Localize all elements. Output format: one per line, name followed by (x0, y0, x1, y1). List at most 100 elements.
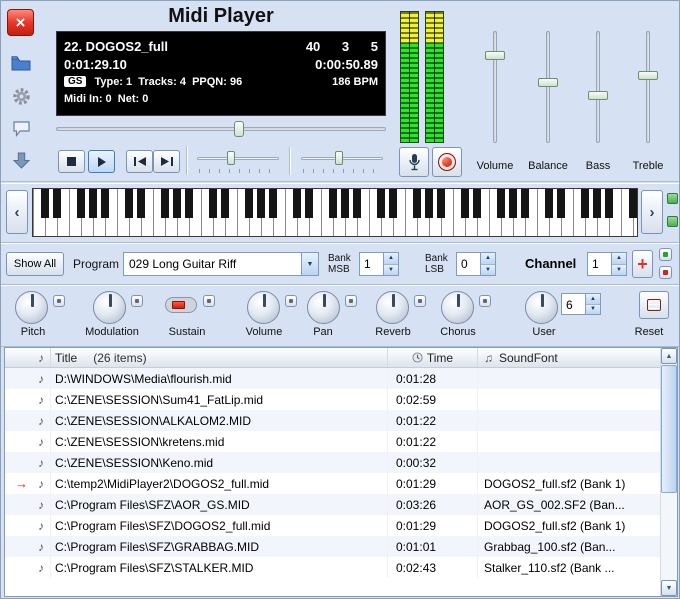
chevron-down-icon[interactable]: ▼ (301, 253, 318, 275)
mic-button[interactable] (399, 147, 429, 177)
scrollbar-thumb[interactable] (661, 365, 677, 493)
table-row[interactable]: ♪ C:\ZENE\SESSION\Keno.mid 0:00:32 (5, 452, 660, 473)
reverb-reset-button[interactable] (414, 295, 426, 307)
small-slider-left-track[interactable] (197, 157, 279, 160)
table-row[interactable]: ♪ C:\ZENE\SESSION\Sum41_FatLip.mid 0:02:… (5, 389, 660, 410)
user-value: 6 (562, 294, 585, 314)
table-row[interactable]: ♪ C:\ZENE\SESSION\ALKALOM2.MID 0:01:22 (5, 410, 660, 431)
user-up-button[interactable]: ▲ (586, 294, 600, 304)
table-row[interactable]: ♪ C:\Program Files\SFZ\AOR_GS.MID 0:03:2… (5, 494, 660, 515)
balance-slider-thumb[interactable] (538, 78, 558, 87)
green-dot-icon (663, 252, 668, 257)
comment-button[interactable] (7, 114, 35, 142)
pan-knob[interactable] (307, 291, 340, 324)
sustain-indicator[interactable] (165, 297, 197, 313)
treble-slider[interactable] (638, 31, 658, 143)
sustain-reset-button[interactable] (203, 295, 215, 307)
scrollbar-up-button[interactable]: ▲ (661, 348, 677, 364)
row-soundfont (478, 410, 660, 431)
open-file-button[interactable] (7, 49, 35, 77)
next-button[interactable] (153, 150, 180, 173)
bank-msb-label-line1: Bank (328, 253, 351, 264)
table-row-current[interactable]: → ♪ C:\temp2\MidiPlayer2\DOGOS2_full.mid… (5, 473, 660, 494)
keyboard-scroll-right-button[interactable]: › (641, 190, 663, 234)
keyboard-led-button-bottom[interactable] (667, 216, 678, 227)
balance-slider[interactable] (538, 31, 558, 143)
small-red-button[interactable] (659, 266, 672, 279)
reset-label: Reset (619, 326, 679, 338)
table-row[interactable]: ♪ C:\Program Files\SFZ\GRABBAG.MID 0:01:… (5, 536, 660, 557)
row-time: 0:01:01 (388, 536, 478, 557)
user-down-button[interactable]: ▼ (586, 304, 600, 315)
modulation-reset-button[interactable] (131, 295, 143, 307)
chorus-knob[interactable] (441, 291, 474, 324)
bank-msb-spinner[interactable]: 1 ▲ ▼ (359, 252, 399, 276)
row-soundfont: Stalker_110.sf2 (Bank ... (478, 557, 660, 578)
treble-slider-track[interactable] (646, 31, 650, 143)
stop-button[interactable] (58, 150, 85, 173)
user-knob[interactable] (525, 291, 558, 324)
small-slider-left[interactable] (197, 149, 279, 175)
scrollbar-down-button[interactable]: ▼ (661, 580, 677, 596)
pitch-knob[interactable] (15, 291, 48, 324)
bass-slider-thumb[interactable] (588, 91, 608, 100)
pitch-reset-button[interactable] (53, 295, 65, 307)
program-select[interactable]: 029 Long Guitar Riff ▼ (123, 252, 319, 276)
table-row[interactable]: ♪ C:\Program Files\SFZ\STALKER.MID 0:02:… (5, 557, 660, 578)
reset-button[interactable] (639, 291, 669, 319)
scrollbar-track[interactable]: ▲ ▼ (660, 348, 677, 596)
small-slider-left-thumb[interactable] (227, 151, 235, 165)
bank-lsb-down-button[interactable]: ▼ (481, 264, 495, 276)
bass-slider[interactable] (588, 31, 608, 143)
keyboard-led-button-top[interactable] (667, 193, 678, 204)
position-slider-thumb[interactable] (234, 121, 244, 137)
close-button[interactable]: × (7, 9, 34, 36)
download-button[interactable] (7, 146, 35, 174)
bank-msb-down-button[interactable]: ▼ (384, 264, 398, 276)
balance-slider-track[interactable] (546, 31, 550, 143)
table-row[interactable]: ♪ C:\Program Files\SFZ\DOGOS2_full.mid 0… (5, 515, 660, 536)
chorus-reset-button[interactable] (479, 295, 491, 307)
show-all-button[interactable]: Show All (6, 252, 64, 276)
piano-keyboard[interactable] (32, 188, 638, 237)
volume-slider-track[interactable] (493, 31, 497, 143)
keyboard-scroll-left-button[interactable]: ‹ (6, 190, 28, 234)
chevron-left-icon: ‹ (15, 204, 20, 221)
bank-lsb-up-button[interactable]: ▲ (481, 253, 495, 264)
small-green-button[interactable] (659, 248, 672, 261)
channel-down-button[interactable]: ▼ (612, 264, 626, 276)
table-row[interactable]: ♪ D:\WINDOWS\Media\flourish.mid 0:01:28 (5, 368, 660, 389)
user-spinner[interactable]: 6 ▲ ▼ (561, 293, 601, 315)
bank-lsb-spinner[interactable]: 0 ▲ ▼ (456, 252, 496, 276)
channel-spinner[interactable]: 1 ▲ ▼ (587, 252, 627, 276)
small-slider-right[interactable] (301, 149, 383, 175)
volume-slider-thumb[interactable] (485, 51, 505, 60)
title-column-header[interactable]: Title (26 items) (51, 348, 388, 367)
bank-msb-up-button[interactable]: ▲ (384, 253, 398, 264)
previous-button[interactable] (126, 150, 153, 173)
record-button[interactable] (432, 147, 462, 177)
program-label: Program (73, 257, 119, 271)
row-soundfont: Grabbag_100.sf2 (Ban... (478, 536, 660, 557)
table-row[interactable]: ♪ C:\ZENE\SESSION\kretens.mid 0:01:22 (5, 431, 660, 452)
soundfont-column-header[interactable]: ♫ SoundFont (478, 348, 660, 367)
volume-slider[interactable] (485, 31, 505, 143)
play-button[interactable] (88, 150, 115, 173)
time-column-header[interactable]: Time (388, 348, 478, 367)
settings-button[interactable] (7, 82, 35, 110)
bass-slider-track[interactable] (596, 31, 600, 143)
volume-reset-button[interactable] (285, 295, 297, 307)
pan-reset-button[interactable] (345, 295, 357, 307)
channel-up-button[interactable]: ▲ (612, 253, 626, 264)
reverb-knob[interactable] (376, 291, 409, 324)
icon-column-header[interactable]: ♪ (5, 348, 51, 367)
note-icon: ♪ (38, 372, 44, 386)
position-slider-track[interactable] (56, 127, 386, 131)
modulation-knob[interactable] (93, 291, 126, 324)
volume-knob[interactable] (247, 291, 280, 324)
add-button[interactable]: + (632, 250, 653, 278)
treble-slider-thumb[interactable] (638, 71, 658, 80)
treble-label: Treble (621, 160, 675, 172)
position-slider[interactable] (56, 120, 386, 138)
small-slider-right-thumb[interactable] (335, 151, 343, 165)
